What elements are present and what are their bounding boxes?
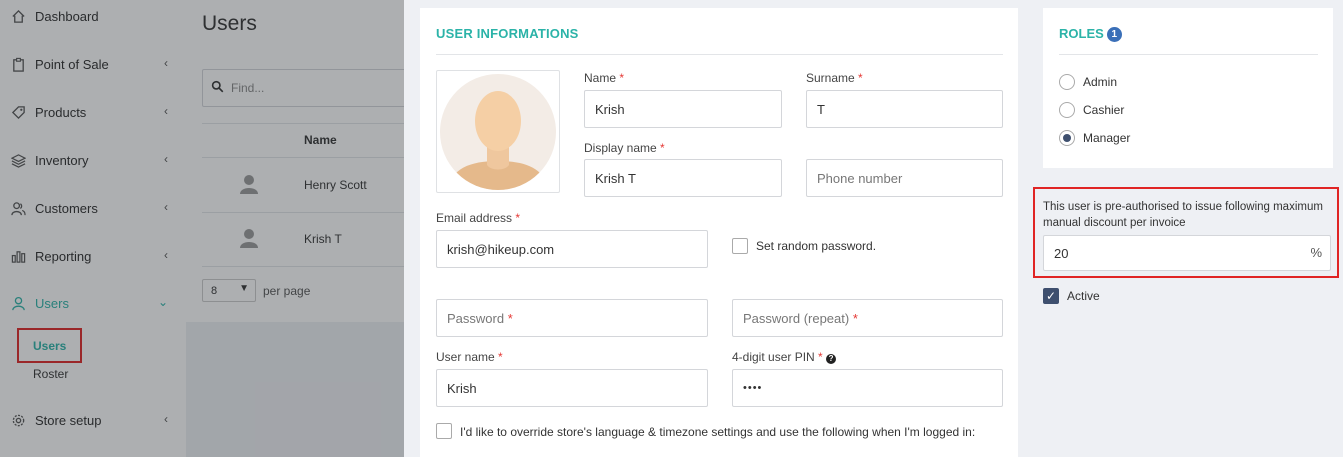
- roles-card: ROLES 1 Admin Cashier Manager: [1043, 8, 1333, 168]
- checkmark-icon: ✓: [1045, 289, 1057, 303]
- discount-value: 20: [1054, 245, 1069, 261]
- password-repeat-input[interactable]: Password (repeat) *: [732, 299, 1003, 337]
- surname-label: Surname *: [806, 71, 863, 85]
- role-admin-radio[interactable]: [1059, 74, 1075, 90]
- email-input[interactable]: krish@hikeup.com: [436, 230, 708, 268]
- set-random-password-label: Set random password.: [756, 239, 877, 253]
- role-manager-label: Manager: [1083, 131, 1131, 145]
- username-label: User name *: [436, 350, 503, 364]
- profile-photo[interactable]: [436, 70, 560, 193]
- percent-unit: %: [1310, 245, 1322, 260]
- section-title: USER INFORMATIONS: [436, 26, 579, 41]
- pin-input[interactable]: ••••: [732, 369, 1003, 407]
- active-checkbox[interactable]: ✓: [1043, 288, 1059, 304]
- roles-count-badge: 1: [1106, 27, 1122, 42]
- name-label: Name *: [584, 71, 625, 85]
- active-label: Active: [1067, 289, 1100, 303]
- help-icon[interactable]: ?: [826, 353, 837, 364]
- override-settings-checkbox[interactable]: [436, 423, 452, 439]
- user-edit-drawer: USER INFORMATIONS Name * Krish Surname *…: [404, 0, 1343, 457]
- username-input[interactable]: Krish: [436, 369, 708, 407]
- divider: [1059, 54, 1318, 55]
- role-cashier-label: Cashier: [1083, 103, 1125, 117]
- avatar-placeholder-icon: [440, 73, 556, 190]
- surname-input[interactable]: T: [806, 90, 1003, 128]
- role-cashier-radio[interactable]: [1059, 102, 1075, 118]
- display-name-input[interactable]: Krish T: [584, 159, 782, 197]
- display-name-label: Display name *: [584, 141, 665, 155]
- role-admin-label: Admin: [1083, 75, 1118, 89]
- password-input[interactable]: Password *: [436, 299, 708, 337]
- pin-label: 4-digit user PIN * ?: [732, 350, 837, 364]
- role-manager-radio[interactable]: [1059, 130, 1075, 146]
- set-random-password-checkbox[interactable]: [732, 238, 748, 254]
- user-info-card: USER INFORMATIONS Name * Krish Surname *…: [420, 8, 1018, 457]
- name-input[interactable]: Krish: [584, 90, 782, 128]
- roles-title: ROLES 1: [1059, 26, 1122, 42]
- phone-number-input[interactable]: Phone number: [806, 159, 1003, 197]
- modal-backdrop[interactable]: [0, 0, 404, 457]
- divider: [436, 54, 1003, 55]
- email-label: Email address *: [436, 211, 521, 225]
- discount-input[interactable]: 20 %: [1043, 235, 1331, 271]
- override-settings-label: I'd like to override store's language & …: [460, 425, 976, 439]
- discount-description: This user is pre-authorised to issue fol…: [1043, 201, 1323, 229]
